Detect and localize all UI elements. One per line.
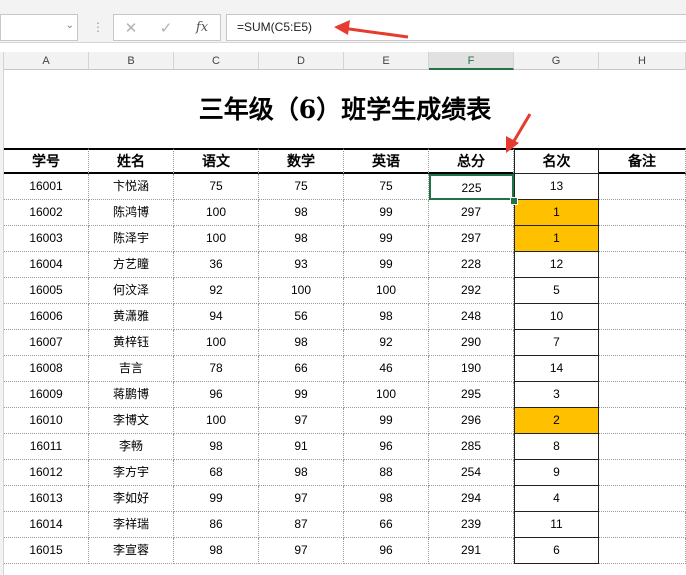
arrow-to-total xyxy=(506,113,532,153)
spreadsheet-window: ⌄ ⋮ ✕ ✓ fx =SUM(C5:E5) ABCDEFGH 三年级（6）班学… xyxy=(0,0,686,575)
arrow-to-formula xyxy=(334,20,409,39)
annotation-arrows xyxy=(334,20,532,153)
